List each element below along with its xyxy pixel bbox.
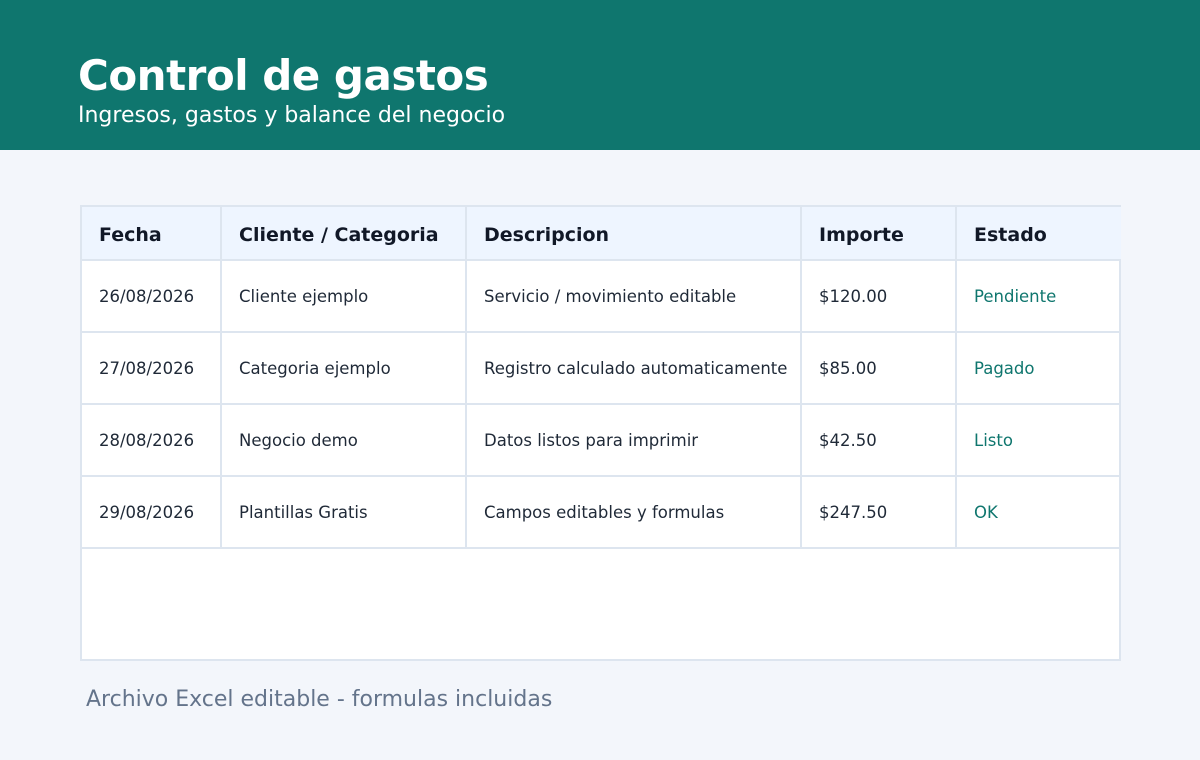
page-subtitle: Ingresos, gastos y balance del negocio (78, 103, 506, 128)
header-banner: Control de gastos Ingresos, gastos y bal… (0, 0, 1200, 150)
expense-table: Fecha Cliente / Categoria Descripcion Im… (82, 207, 1121, 549)
cell-fecha[interactable]: 28/08/2026 (82, 403, 222, 477)
cell-estado[interactable]: Pagado (955, 331, 1121, 405)
cell-cliente-categoria[interactable]: Cliente ejemplo (220, 259, 467, 333)
cell-importe[interactable]: $85.00 (800, 331, 957, 405)
cell-estado[interactable]: Pendiente (955, 259, 1121, 333)
cell-cliente-categoria[interactable]: Negocio demo (220, 403, 467, 477)
table-header-row: Fecha Cliente / Categoria Descripcion Im… (82, 207, 1121, 261)
table-row: 27/08/2026 Categoria ejemplo Registro ca… (82, 331, 1121, 405)
table-row: 28/08/2026 Negocio demo Datos listos par… (82, 403, 1121, 477)
cell-estado[interactable]: OK (955, 475, 1121, 549)
cell-importe[interactable]: $247.50 (800, 475, 957, 549)
cell-importe[interactable]: $120.00 (800, 259, 957, 333)
cell-descripcion[interactable]: Registro calculado automaticamente (465, 331, 802, 405)
column-header-estado[interactable]: Estado (955, 207, 1121, 261)
column-header-fecha[interactable]: Fecha (82, 207, 222, 261)
column-header-descripcion[interactable]: Descripcion (465, 207, 802, 261)
cell-fecha[interactable]: 27/08/2026 (82, 331, 222, 405)
cell-importe[interactable]: $42.50 (800, 403, 957, 477)
cell-cliente-categoria[interactable]: Plantillas Gratis (220, 475, 467, 549)
table-row: 26/08/2026 Cliente ejemplo Servicio / mo… (82, 259, 1121, 333)
cell-estado[interactable]: Listo (955, 403, 1121, 477)
cell-descripcion[interactable]: Servicio / movimiento editable (465, 259, 802, 333)
cell-fecha[interactable]: 26/08/2026 (82, 259, 222, 333)
cell-descripcion[interactable]: Datos listos para imprimir (465, 403, 802, 477)
column-header-cliente-categoria[interactable]: Cliente / Categoria (220, 207, 467, 261)
footer-note: Archivo Excel editable - formulas inclui… (86, 687, 553, 712)
column-header-importe[interactable]: Importe (800, 207, 957, 261)
page-title: Control de gastos (78, 51, 489, 100)
cell-cliente-categoria[interactable]: Categoria ejemplo (220, 331, 467, 405)
cell-descripcion[interactable]: Campos editables y formulas (465, 475, 802, 549)
cell-fecha[interactable]: 29/08/2026 (82, 475, 222, 549)
expense-table-panel: Fecha Cliente / Categoria Descripcion Im… (80, 205, 1121, 661)
table-row: 29/08/2026 Plantillas Gratis Campos edit… (82, 475, 1121, 549)
